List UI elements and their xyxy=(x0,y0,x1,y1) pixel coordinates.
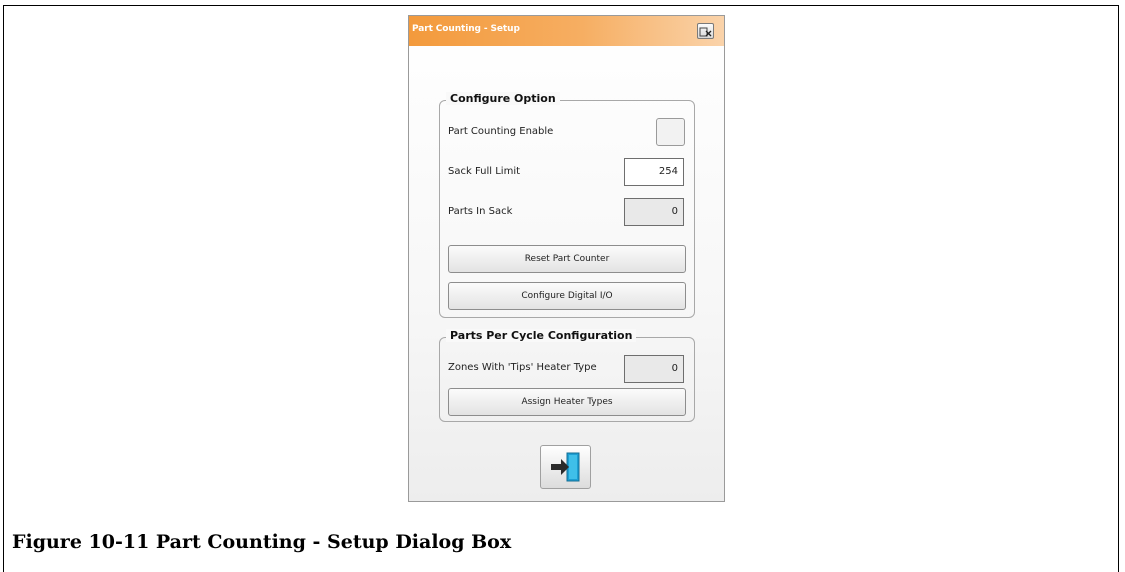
close-button[interactable] xyxy=(697,23,714,39)
configure-digital-io-button[interactable]: Configure Digital I/O xyxy=(448,282,686,310)
assign-heater-types-button[interactable]: Assign Heater Types xyxy=(448,388,686,416)
sack-full-limit-label: Sack Full Limit xyxy=(448,166,521,177)
exit-button[interactable] xyxy=(540,445,591,489)
dialog-title: Part Counting - Setup xyxy=(412,24,520,34)
configure-option-legend: Configure Option xyxy=(446,92,560,105)
part-counting-enable-checkbox[interactable] xyxy=(656,118,685,146)
figure-caption: Figure 10-11 Part Counting - Setup Dialo… xyxy=(12,531,512,553)
parts-in-sack-value: 0 xyxy=(624,198,684,226)
exit-door-icon xyxy=(551,452,580,482)
sack-full-limit-input[interactable]: 254 xyxy=(624,158,684,186)
configure-option-group: Configure Option Part Counting Enable Sa… xyxy=(439,92,695,318)
part-counting-enable-label: Part Counting Enable xyxy=(448,126,554,137)
close-window-icon xyxy=(699,27,712,37)
reset-part-counter-button[interactable]: Reset Part Counter xyxy=(448,245,686,273)
zones-tips-heater-value: 0 xyxy=(624,355,684,383)
zones-tips-heater-label: Zones With 'Tips' Heater Type xyxy=(448,362,597,373)
part-counting-setup-dialog: Part Counting - Setup Configure Option P… xyxy=(408,15,725,502)
parts-per-cycle-group: Parts Per Cycle Configuration Zones With… xyxy=(439,329,695,422)
dialog-titlebar: Part Counting - Setup xyxy=(409,16,724,46)
parts-in-sack-label: Parts In Sack xyxy=(448,206,513,217)
parts-per-cycle-legend: Parts Per Cycle Configuration xyxy=(446,329,637,342)
